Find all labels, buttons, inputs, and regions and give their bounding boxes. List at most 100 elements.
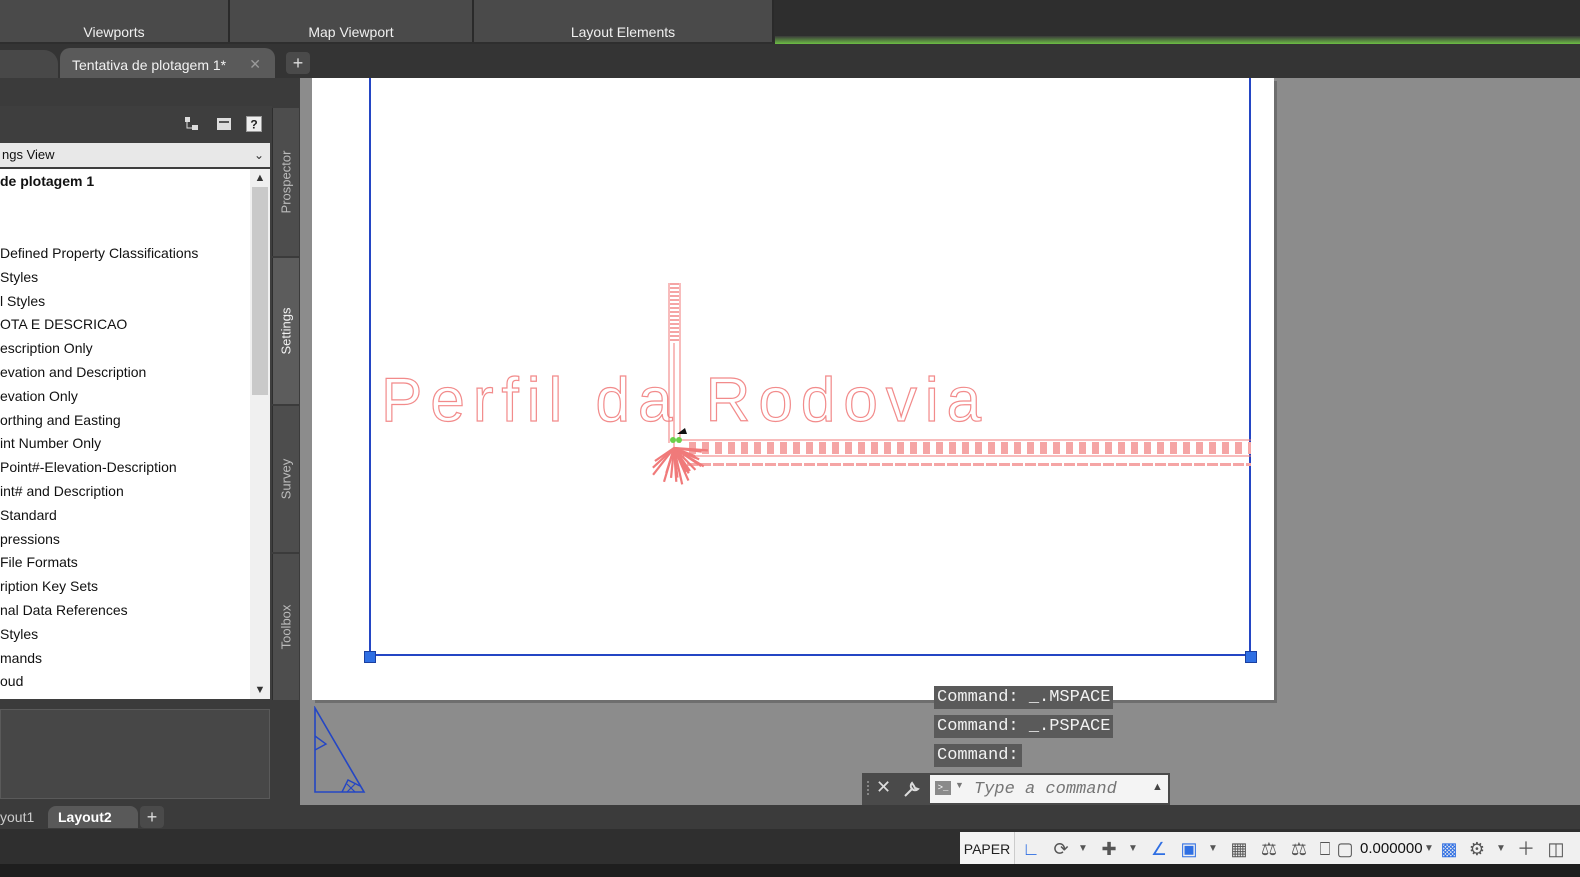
close-icon[interactable]: ✕ — [876, 777, 891, 798]
drag-handle-icon[interactable] — [865, 779, 871, 799]
tree-root[interactable]: de plotagem 1 — [0, 173, 94, 189]
osnap-icon[interactable]: ✚ — [1098, 838, 1120, 860]
document-tab-active[interactable]: Tentativa de plotagem 1* ✕ — [60, 48, 275, 78]
scroll-thumb[interactable] — [252, 187, 268, 395]
tree-item[interactable]: Point#-Elevation-Description — [0, 459, 177, 475]
plus-icon[interactable]: ＋ — [1515, 838, 1537, 860]
prompt-icon[interactable]: >_ — [935, 781, 951, 795]
station-value-mark — [739, 463, 750, 466]
view-select-dropdown[interactable]: ngs View ⌄ — [0, 143, 270, 167]
wrench-icon[interactable] — [902, 779, 922, 799]
toolspace-palette: ? ngs View ⌄ de plotagem 1 Defined Prope… — [0, 106, 272, 799]
tree-item[interactable]: Styles — [0, 626, 38, 642]
station-label-mark — [754, 442, 761, 454]
drawing-canvas[interactable]: Perfil da Rodovia Command: _.MSPACE Comm… — [300, 78, 1580, 805]
tab-settings[interactable]: Settings — [272, 258, 299, 404]
tab-layout1[interactable]: yout1 — [0, 806, 45, 828]
station-label-mark — [845, 442, 852, 454]
tree-item[interactable]: escription Only — [0, 340, 93, 356]
tree-item[interactable]: nal Data References — [0, 602, 128, 618]
annotation-visibility-icon[interactable]: ⚖ — [1258, 838, 1280, 860]
view-select-value: ngs View — [2, 147, 55, 162]
tree-item[interactable]: orthing and Easting — [0, 412, 121, 428]
scroll-down-icon[interactable]: ▼ — [250, 681, 270, 699]
command-history-line: Command: _.PSPACE — [934, 715, 1114, 738]
tree-item[interactable]: l Styles — [0, 293, 45, 309]
lock-icon[interactable]: ⎕ — [1314, 838, 1336, 860]
angle-icon[interactable]: ∠ — [1148, 838, 1170, 860]
tab-label: Prospector — [278, 150, 294, 214]
tree-icon[interactable] — [184, 116, 200, 132]
vertical-label-mark — [670, 291, 679, 293]
vertical-label-mark — [670, 327, 679, 329]
tree-item[interactable]: pressions — [0, 531, 60, 547]
station-label-mark — [1040, 442, 1047, 454]
tree-item[interactable]: evation and Description — [0, 364, 146, 380]
palette-detail-pane — [0, 709, 270, 799]
tree-item[interactable]: Styles — [0, 269, 38, 285]
paper-space-toggle[interactable]: PAPER — [960, 832, 1015, 866]
ribbon-panel-viewports[interactable]: Viewports — [0, 0, 230, 42]
document-tab-start[interactable] — [0, 50, 58, 78]
tree-scrollbar[interactable]: ▲ ▼ — [250, 169, 270, 699]
tree-item[interactable]: int Number Only — [0, 435, 101, 451]
chevron-down-icon[interactable]: ▼ — [1490, 838, 1512, 860]
add-layout-button[interactable]: + — [140, 806, 164, 828]
ribbon-panel-label: Viewports — [83, 24, 145, 40]
station-label-mark — [1027, 442, 1034, 454]
scroll-up-icon[interactable]: ▲ — [250, 169, 270, 187]
station-value-mark — [1220, 463, 1231, 466]
chevron-down-icon[interactable]: ▼ — [1418, 838, 1440, 860]
station-label-mark — [1157, 442, 1164, 454]
panel-icon[interactable] — [216, 116, 232, 132]
station-value-mark — [765, 463, 776, 466]
tab-layout2[interactable]: Layout2 — [48, 806, 138, 828]
station-label-mark — [1248, 442, 1251, 454]
tree-item[interactable]: mands — [0, 650, 42, 666]
gear-icon[interactable]: ⚙ — [1466, 838, 1488, 860]
tree-item[interactable]: evation Only — [0, 388, 78, 404]
ribbon-panel-map-viewport[interactable]: Map Viewport — [230, 0, 474, 42]
tree-item[interactable]: OTA E DESCRICAO — [0, 316, 127, 332]
tab-prospector[interactable]: Prospector — [272, 108, 299, 256]
help-icon[interactable]: ? — [246, 116, 262, 132]
chevron-down-icon[interactable]: ▼ — [1072, 838, 1094, 860]
chevron-down-icon[interactable]: ▼ — [955, 780, 964, 790]
new-tab-button[interactable]: + — [286, 52, 310, 74]
station-label-mark — [728, 442, 735, 454]
scale-value[interactable]: 0.000000 — [1360, 832, 1423, 866]
close-icon[interactable]: ✕ — [249, 56, 261, 73]
customize-icon[interactable]: ◫ — [1545, 838, 1567, 860]
station-value-mark — [934, 463, 945, 466]
tree-item[interactable]: int# and Description — [0, 483, 124, 499]
command-input[interactable] — [930, 775, 1168, 803]
station-value-mark — [869, 463, 880, 466]
tree-item[interactable]: oud — [0, 673, 23, 689]
chevron-down-icon[interactable]: ▼ — [1122, 838, 1144, 860]
palette-toolbar: ? — [0, 106, 272, 142]
station-value-mark — [882, 463, 893, 466]
polar-tracking-icon[interactable]: ⟳ — [1050, 838, 1072, 860]
chevron-down-icon[interactable]: ▼ — [1202, 838, 1224, 860]
viewport-icon[interactable]: ▦ — [1228, 838, 1250, 860]
isolate-icon[interactable]: ▩ — [1438, 838, 1460, 860]
station-label-mark — [832, 442, 839, 454]
vertical-label-mark — [670, 299, 679, 301]
tree-item[interactable]: Standard — [0, 507, 57, 523]
station-label-mark — [858, 442, 865, 454]
annotation-scale-icon[interactable]: ▣ — [1178, 838, 1200, 860]
history-toggle-icon[interactable]: ▲ — [1152, 781, 1163, 793]
station-label-mark — [1144, 442, 1151, 454]
grid-snap-icon[interactable]: ∟ — [1020, 838, 1042, 860]
station-value-mark — [778, 463, 789, 466]
ribbon-panel-layout-elements[interactable]: Layout Elements — [474, 0, 774, 42]
maximize-viewport-icon[interactable]: ▢ — [1334, 838, 1356, 860]
station-value-mark — [1246, 463, 1251, 466]
auto-scale-icon[interactable]: ⚖ — [1288, 838, 1310, 860]
tree-item[interactable]: Defined Property Classifications — [0, 245, 198, 261]
tree-item[interactable]: File Formats — [0, 554, 78, 570]
tree-item[interactable]: ription Key Sets — [0, 578, 98, 594]
station-label-mark — [1196, 442, 1203, 454]
tab-survey[interactable]: Survey — [272, 406, 299, 552]
tab-toolbox[interactable]: Toolbox — [272, 554, 299, 700]
